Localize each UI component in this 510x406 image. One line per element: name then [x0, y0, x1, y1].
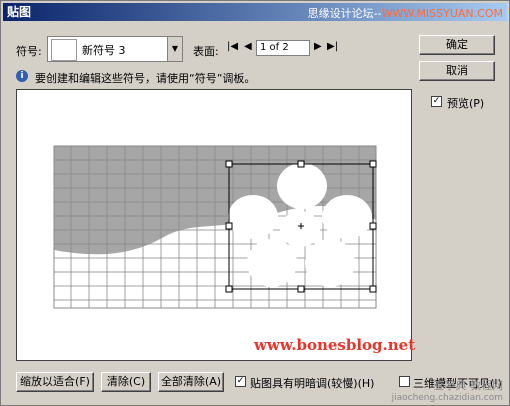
top-watermark-site: WWW.MISSYUAN.COM — [381, 7, 503, 20]
preview-label: 预览(P) — [447, 97, 485, 110]
top-watermark: 思缘设计论坛--WWW.MISSYUAN.COM — [307, 7, 503, 20]
top-watermark-cn: 思缘设计论坛 — [307, 7, 374, 20]
clear-all-button[interactable]: 全部清除(A) — [158, 372, 224, 392]
info-text: 要创建和编辑这些符号，请使用“符号”调板。 — [35, 72, 256, 85]
shade-label: 贴图具有明暗调(较慢)(H) — [250, 377, 375, 390]
dialog-title: 贴图 — [7, 5, 32, 19]
symbol-swatch — [51, 39, 77, 61]
site-watermark: www.bonesblog.net — [254, 336, 416, 354]
symbol-selected: 新符号 3 — [82, 44, 126, 57]
symbol-select[interactable]: 新符号 3 ▼ — [47, 36, 183, 62]
cancel-button[interactable]: 取消 — [419, 61, 495, 81]
page-field[interactable]: 1 of 2 — [256, 40, 310, 56]
paste-dialog: 贴图 思缘设计论坛--WWW.MISSYUAN.COM 符号: 新符号 3 ▼ … — [0, 0, 510, 406]
bottom-watermark: 查字典 教程网 jiaocheng.chazidian.com — [392, 377, 503, 403]
ok-button[interactable]: 确定 — [419, 35, 495, 55]
bottom-watermark-url: jiaocheng.chazidian.com — [391, 393, 503, 403]
first-page-icon[interactable]: |◀ — [227, 41, 238, 52]
artwork-preview — [53, 145, 377, 309]
chevron-down-icon[interactable]: ▼ — [167, 37, 182, 61]
shade-checkbox[interactable]: ✓ — [235, 376, 246, 387]
symbol-label: 符号: — [16, 45, 42, 58]
title-bar: 贴图 思缘设计论坛--WWW.MISSYUAN.COM — [3, 3, 507, 21]
surface-label: 表面: — [193, 45, 219, 58]
prev-page-icon[interactable]: ◀ — [244, 41, 252, 52]
last-page-icon[interactable]: ▶| — [327, 41, 338, 52]
info-icon: i — [16, 70, 28, 82]
clear-button[interactable]: 清除(C) — [101, 372, 151, 392]
bottom-watermark-cn: 查字典 教程网 — [433, 379, 504, 392]
fit-button[interactable]: 缩放以适合(F) — [16, 372, 94, 392]
preview-area[interactable] — [16, 89, 412, 361]
preview-checkbox[interactable]: ✓ — [431, 96, 442, 107]
next-page-icon[interactable]: ▶ — [314, 41, 322, 52]
